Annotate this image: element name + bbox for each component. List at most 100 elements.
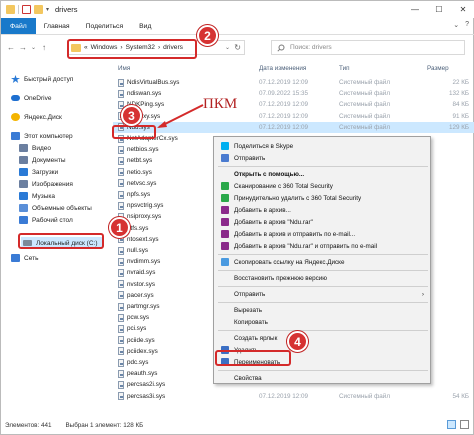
nav-label: Музыка [32,192,55,200]
back-button[interactable]: ← [5,43,17,52]
column-header-type[interactable]: Тип [339,65,427,76]
details-view-button[interactable] [447,420,456,429]
up-button[interactable]: ↑ [38,43,50,52]
file-name: percsas3i.sys [127,392,166,400]
column-header-name[interactable]: Имя [113,65,259,76]
nav-quick-access[interactable]: Быстрый доступ [11,73,73,85]
maximize-button[interactable]: ☐ [427,1,451,18]
file-name: pci.sys [127,325,147,333]
quick-access-toolbar: ▾ [1,5,49,14]
nav-video[interactable]: Видео [19,142,51,154]
menu-item-3[interactable]: Открыть с помощью... [214,168,432,180]
forward-button[interactable]: → [17,43,29,52]
properties-icon[interactable] [22,5,31,14]
nav-music[interactable]: Музыка [19,190,55,202]
search-placeholder: Поиск: drivers [290,44,332,51]
menu-item-4[interactable]: Сканирование с 360 Total Security [214,180,432,192]
minimize-button[interactable]: — [403,1,427,18]
system-file-icon [118,302,124,311]
tab-home[interactable]: Главная [36,18,78,34]
tab-share[interactable]: Поделиться [78,18,132,34]
menu-separator [218,329,428,331]
column-header-size[interactable]: Размер [427,65,473,76]
chevron-down-icon[interactable]: ▾ [46,6,49,13]
system-file-icon [118,369,124,378]
file-size-cell: 54 КБ [452,392,469,400]
menu-item-17[interactable]: Вырезать [214,304,432,316]
tab-file[interactable]: Файл [1,18,36,34]
file-name: peauth.sys [127,370,158,378]
menu-icon-spacer [221,290,229,298]
menu-item-0[interactable]: Поделиться в Skype [214,140,432,152]
system-file-icon [118,392,124,401]
file-name: pciide.sys [127,336,155,344]
menu-item-11[interactable]: Скопировать ссылку на Яндекс.Диске [214,256,432,268]
menu-item-6[interactable]: Добавить в архив... [214,204,432,216]
address-dropdown-button[interactable]: ⌄ [225,44,230,51]
menu-icon-spacer [221,170,229,178]
search-input[interactable]: Поиск: drivers [271,40,465,55]
nav-desktop[interactable]: Рабочий стол [19,214,73,226]
help-button[interactable]: ? [465,21,469,29]
nav-downloads[interactable]: Загрузки [19,166,58,178]
file-name: npfs.sys [127,191,151,199]
system-file-icon [118,179,124,188]
table-row[interactable]: ndiswan.sys 07.09.2022 15:35 Системный фай… [113,88,474,99]
nav-yandex-disk[interactable]: Яндекс.Диск [11,111,62,123]
menu-item-8[interactable]: Добавить в архив и отправить по e-mail..… [214,228,432,240]
pkm-label: ПКМ [203,96,238,112]
system-file-icon [118,257,124,266]
highlight-local-disk [18,233,104,249]
menu-item-13[interactable]: Восстановить прежнюю версию [214,272,432,284]
menu-item-label: Добавить в архив... [234,206,291,214]
menu-item-1[interactable]: Отправить [214,152,432,164]
menu-item-24[interactable]: Свойства [214,372,432,384]
column-header-date[interactable]: Дата изменения [259,65,339,76]
file-name: ntfs.sys [127,224,149,232]
file-date-cell: 07.12.2019 12:09 [259,123,309,131]
menu-item-9[interactable]: Добавить в архив "Ndu.rar" и отправить п… [214,240,432,252]
system-file-icon [118,313,124,322]
expand-ribbon-button[interactable]: ⌄ [453,21,459,29]
menu-item-label: Поделиться в Skype [234,142,294,150]
system-file-icon [118,380,124,389]
nav-pictures[interactable]: Изображения [19,178,73,190]
360-scan-icon [221,182,229,190]
large-icons-view-button[interactable] [460,420,469,429]
system-file-icon [118,291,124,300]
step-badge-2: 2 [197,25,218,46]
menu-item-15[interactable]: Отправить › [214,288,432,300]
nav-documents[interactable]: Документы [19,154,66,166]
file-date-cell: 07.12.2019 12:09 [259,112,309,120]
table-row[interactable]: percsas3i.sys 07.12.2019 12:09 Системный ф… [113,391,474,402]
file-name: ntosext.sys [127,235,159,243]
nav-network[interactable]: Сеть [11,252,38,264]
system-file-icon [118,168,124,177]
menu-item-20[interactable]: Создать ярлык [214,332,432,344]
recent-locations-button[interactable]: ⌄ [29,44,38,51]
file-name: nsiproxy.sys [127,213,162,221]
refresh-button[interactable]: ↻ [234,43,241,52]
menu-separator [218,301,428,303]
file-name: nvstor.sys [127,280,155,288]
menu-item-5[interactable]: Принудительно удалить с 360 Total Securi… [214,192,432,204]
menu-item-18[interactable]: Копировать [214,316,432,328]
menu-item-label: Отправить [234,154,266,162]
file-name: npsvctrig.sys [127,202,164,210]
network-icon [11,254,20,262]
tab-view[interactable]: Вид [131,18,159,34]
file-type-cell: Системный файл [339,101,391,109]
system-file-icon [118,246,124,255]
menu-item-7[interactable]: Добавить в архив "Ndu.rar" [214,216,432,228]
nav-this-pc[interactable]: Этот компьютер [11,130,73,142]
menu-icon-spacer [221,334,229,342]
system-file-icon [118,78,124,87]
file-size-cell: 84 КБ [452,101,469,109]
nav-label: Видео [32,144,51,152]
nav-3d-objects[interactable]: Объемные объекты [19,202,92,214]
table-row[interactable]: NdisVirtualBus.sys 07.12.2019 12:09 Систем… [113,77,474,88]
nav-onedrive[interactable]: OneDrive [11,92,51,104]
close-button[interactable]: ✕ [451,1,474,18]
menu-item-label: Принудительно удалить с 360 Total Securi… [234,194,362,202]
new-folder-icon[interactable] [34,5,43,14]
